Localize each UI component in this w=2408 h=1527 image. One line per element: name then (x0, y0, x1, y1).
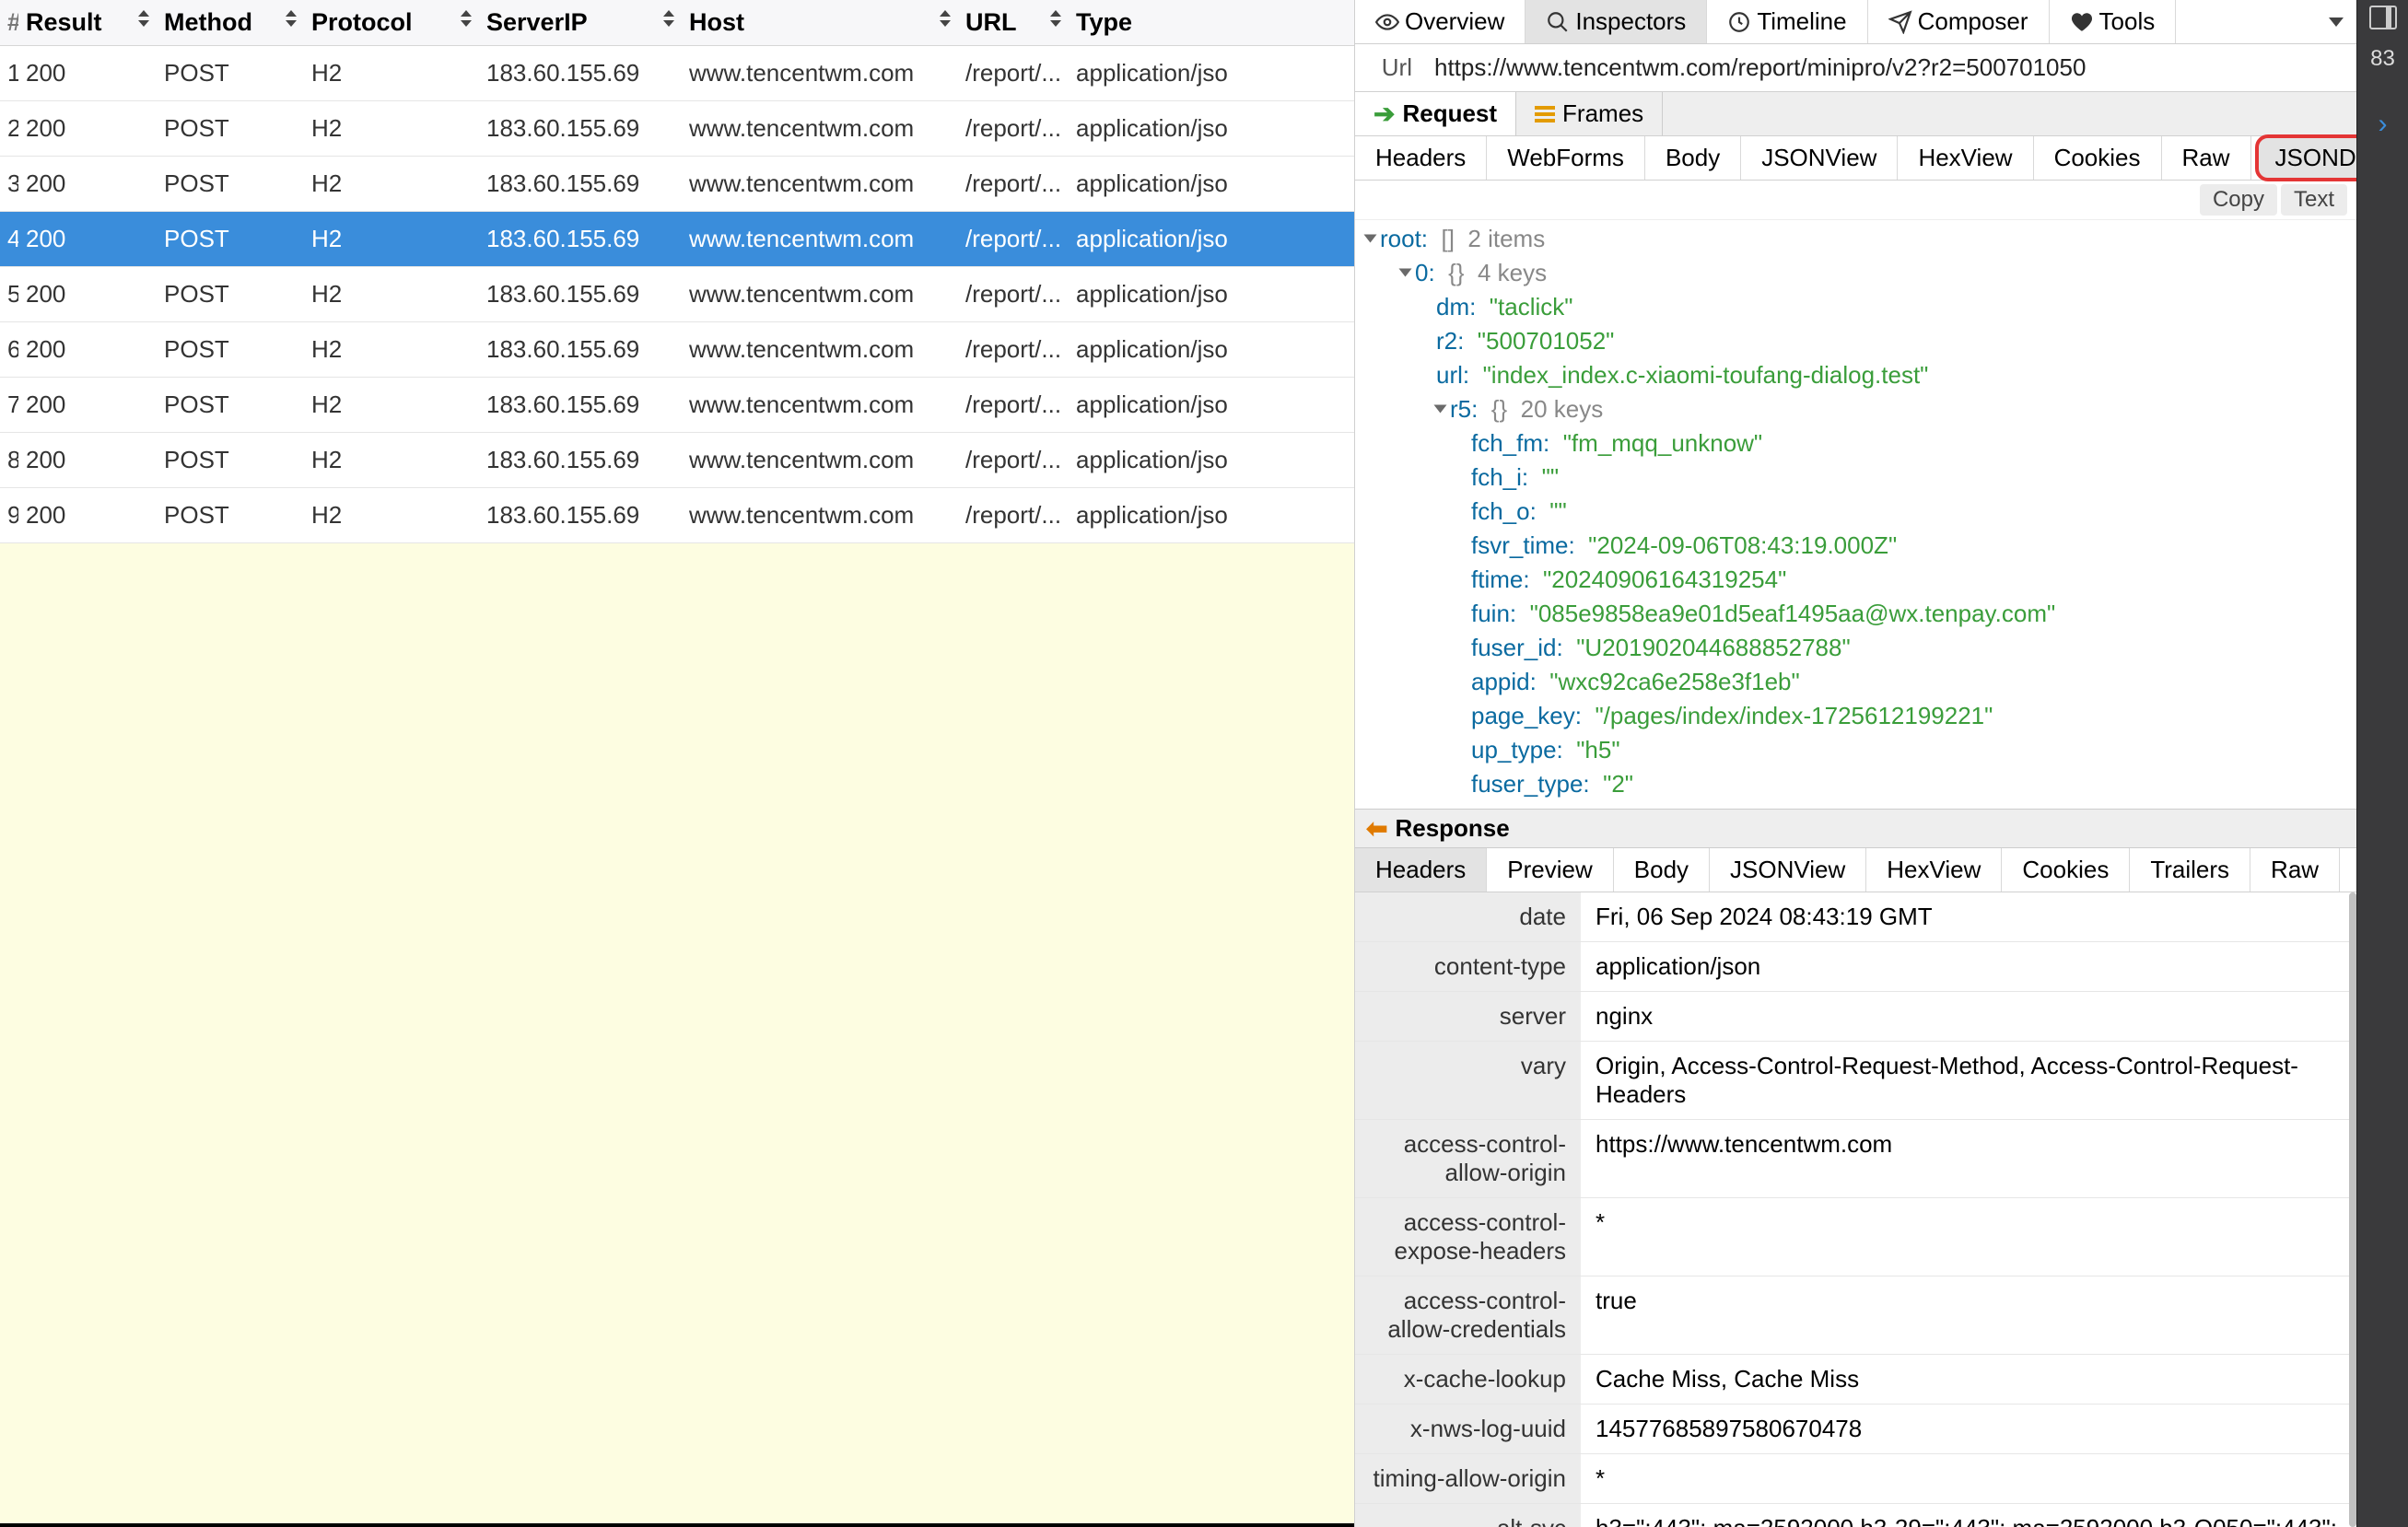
response-header-row[interactable]: content-typeapplication/json (1355, 942, 2356, 992)
scrollbar[interactable] (2349, 892, 2356, 1527)
sort-icon (138, 10, 149, 27)
response-section-header: ⬅ Response (1355, 809, 2356, 848)
req-subtab-headers[interactable]: Headers (1355, 136, 1487, 180)
arrow-right-icon: ➔ (1373, 99, 1395, 129)
sessions-list-pane: # Result Method Protocol ServerIP Host U… (0, 0, 1355, 1527)
response-header-row[interactable]: access-control-allow-credentialstrue (1355, 1276, 2356, 1355)
response-header-row[interactable]: dateFri, 06 Sep 2024 08:43:19 GMT (1355, 892, 2356, 942)
response-headers-pane: dateFri, 06 Sep 2024 08:43:19 GMTcontent… (1355, 892, 2356, 1527)
req-subtab-raw[interactable]: Raw (2162, 136, 2251, 180)
tab-frames[interactable]: Frames (1516, 92, 1663, 135)
twisty-icon[interactable] (1364, 235, 1377, 243)
table-row[interactable]: 1200POSTH2183.60.155.69www.tencentwm.com… (0, 46, 1354, 101)
twisty-icon[interactable] (1434, 405, 1447, 414)
resp-subtab-trailers[interactable]: Trailers (2130, 848, 2250, 892)
req-subtab-jsonview[interactable]: JSONView (1741, 136, 1898, 180)
table-row[interactable]: 7200POSTH2183.60.155.69www.tencentwm.com… (0, 378, 1354, 433)
tab-tools[interactable]: Tools (2050, 0, 2177, 43)
table-row[interactable]: 2200POSTH2183.60.155.69www.tencentwm.com… (0, 101, 1354, 157)
copy-button[interactable]: Copy (2200, 184, 2277, 216)
request-subtabs: Headers WebForms Body JSONView HexView C… (1355, 136, 2356, 181)
search-icon (1546, 10, 1570, 34)
tab-inspectors[interactable]: Inspectors (1525, 0, 1707, 43)
response-header-row[interactable]: timing-allow-origin* (1355, 1454, 2356, 1504)
resp-subtab-hexview[interactable]: HexView (1866, 848, 2002, 892)
resp-subtab-preview[interactable]: Preview (1487, 848, 1613, 892)
table-row[interactable]: 9200POSTH2183.60.155.69www.tencentwm.com… (0, 488, 1354, 543)
resp-subtab-cookies[interactable]: Cookies (2002, 848, 2130, 892)
col-header-url[interactable]: URL (958, 0, 1069, 46)
req-subtab-hexview[interactable]: HexView (1898, 136, 2033, 180)
clock-icon (1727, 10, 1751, 34)
heart-icon (2070, 10, 2094, 34)
eye-icon (1375, 10, 1399, 34)
response-header-row[interactable]: x-cache-lookupCache Miss, Cache Miss (1355, 1355, 2356, 1405)
response-headers-table: dateFri, 06 Sep 2024 08:43:19 GMTcontent… (1355, 892, 2356, 1527)
sort-icon (940, 10, 951, 27)
table-row[interactable]: 4200POSTH2183.60.155.69www.tencentwm.com… (0, 212, 1354, 267)
table-row[interactable]: 6200POSTH2183.60.155.69www.tencentwm.com… (0, 322, 1354, 378)
req-subtab-cookies[interactable]: Cookies (2034, 136, 2162, 180)
col-header-result[interactable]: Result (18, 0, 157, 46)
resp-subtab-raw[interactable]: Raw (2250, 848, 2340, 892)
req-subtab-body[interactable]: Body (1645, 136, 1741, 180)
gutter-badge: 83 (2370, 46, 2395, 72)
panel-toggle-icon[interactable] (2369, 6, 2397, 29)
url-label: Url (1355, 44, 1429, 91)
chevron-right-icon[interactable]: › (2379, 109, 2388, 140)
col-header-host[interactable]: Host (682, 0, 958, 46)
detail-top-tabs: Overview Inspectors Timeline Composer To… (1355, 0, 2356, 44)
resp-subtab-jsonview[interactable]: JSONView (1710, 848, 1866, 892)
tab-request[interactable]: ➔ Request (1355, 92, 1516, 135)
json-tree[interactable]: root: [] 2 items 0: {} 4 keys dm: "tacli… (1355, 220, 2356, 809)
col-header-serverip[interactable]: ServerIP (479, 0, 682, 46)
twisty-icon[interactable] (1399, 269, 1412, 277)
send-icon (1888, 10, 1912, 34)
response-header-row[interactable]: servernginx (1355, 992, 2356, 1042)
sessions-table: # Result Method Protocol ServerIP Host U… (0, 0, 1354, 543)
chevron-down-icon[interactable] (2329, 17, 2344, 27)
tab-timeline[interactable]: Timeline (1707, 0, 1867, 43)
sort-icon (1050, 10, 1061, 27)
sort-icon (663, 10, 674, 27)
response-header-row[interactable]: varyOrigin, Access-Control-Request-Metho… (1355, 1042, 2356, 1120)
tab-overview[interactable]: Overview (1355, 0, 1525, 43)
sort-icon (286, 10, 297, 27)
col-header-type[interactable]: Type (1069, 0, 1354, 46)
col-header-protocol[interactable]: Protocol (304, 0, 479, 46)
sort-icon (461, 10, 472, 27)
response-header-row[interactable]: alt-svch3=":443"; ma=2592000,h3-29=":443… (1355, 1504, 2356, 1527)
response-header-row[interactable]: access-control-expose-headers* (1355, 1198, 2356, 1276)
detail-pane: Overview Inspectors Timeline Composer To… (1355, 0, 2356, 1527)
table-row[interactable]: 8200POSTH2183.60.155.69www.tencentwm.com… (0, 433, 1354, 488)
response-subtabs: Headers Preview Body JSONView HexView Co… (1355, 848, 2356, 892)
resp-subtab-body[interactable]: Body (1614, 848, 1710, 892)
req-subtab-webforms[interactable]: WebForms (1487, 136, 1645, 180)
json-toolbar: Copy Text (1355, 181, 2356, 220)
col-header-method[interactable]: Method (157, 0, 304, 46)
arrow-left-icon: ⬅ (1366, 813, 1387, 844)
text-button[interactable]: Text (2281, 184, 2347, 216)
table-row[interactable]: 5200POSTH2183.60.155.69www.tencentwm.com… (0, 267, 1354, 322)
response-header-row[interactable]: x-nws-log-uuid14577685897580670478 (1355, 1405, 2356, 1454)
url-value[interactable]: https://www.tencentwm.com/report/minipro… (1429, 44, 2356, 91)
tab-composer[interactable]: Composer (1868, 0, 2050, 43)
side-gutter: 83 › (2356, 0, 2408, 1527)
url-bar: Url https://www.tencentwm.com/report/min… (1355, 44, 2356, 92)
resp-subtab-headers[interactable]: Headers (1355, 848, 1487, 892)
frames-icon (1535, 106, 1555, 122)
col-header-index[interactable]: # (0, 0, 18, 46)
request-section-tabs: ➔ Request Frames (1355, 92, 2356, 136)
sessions-empty-area (0, 543, 1354, 1527)
response-header-row[interactable]: access-control-allow-originhttps://www.t… (1355, 1120, 2356, 1198)
table-row[interactable]: 3200POSTH2183.60.155.69www.tencentwm.com… (0, 157, 1354, 212)
